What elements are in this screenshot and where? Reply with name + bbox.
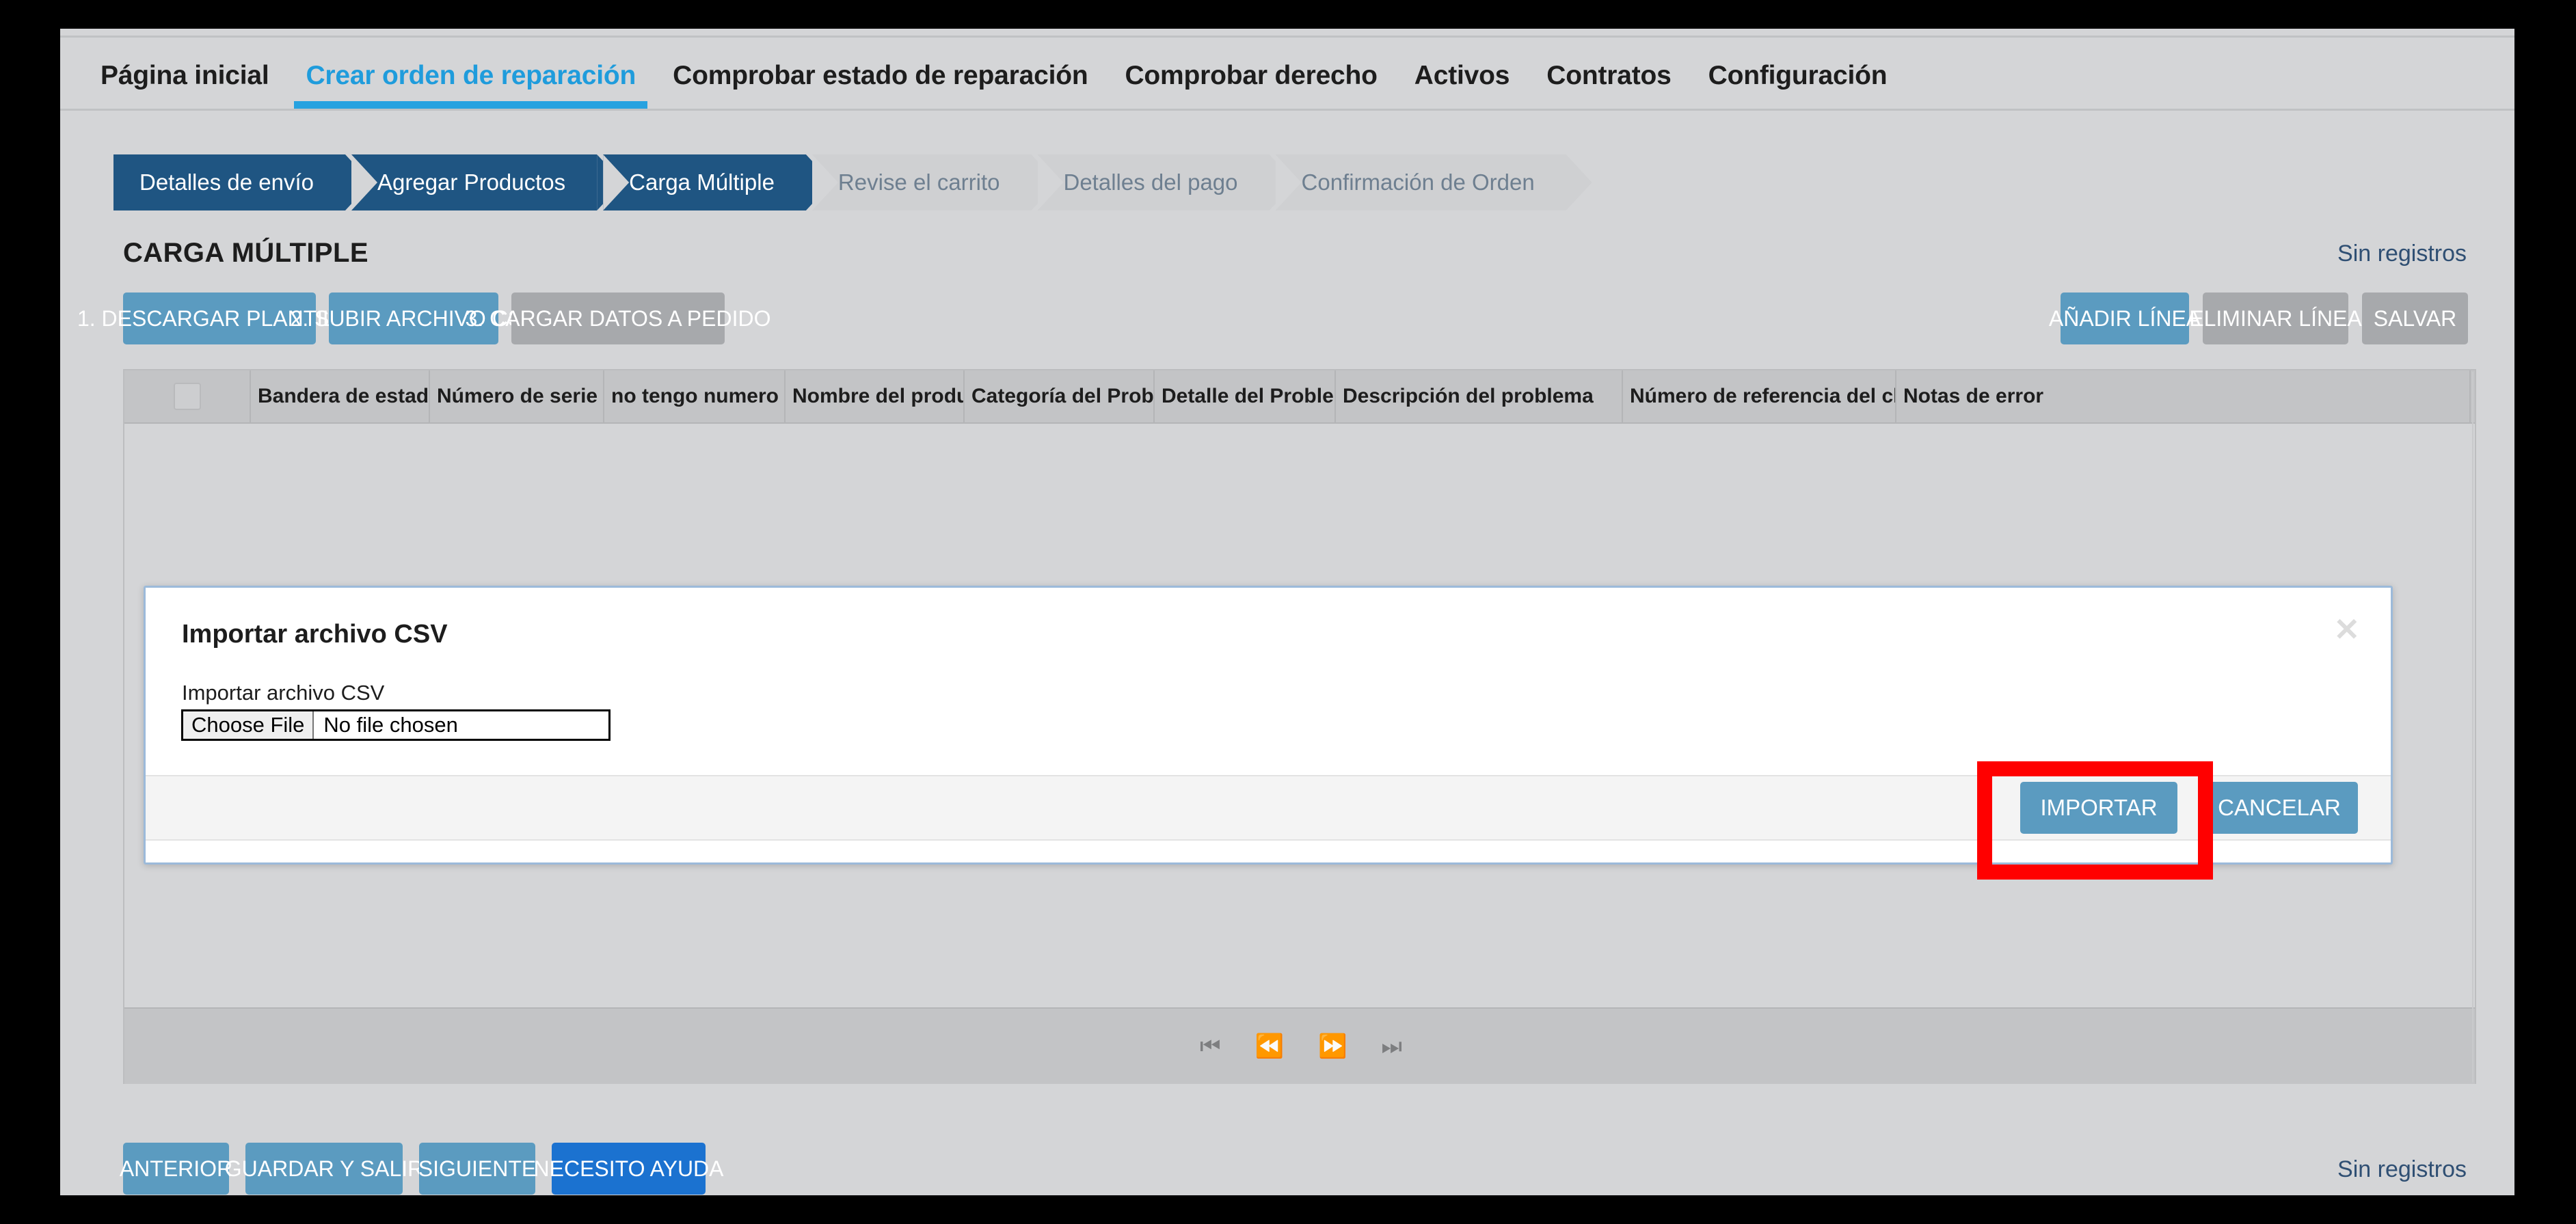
wizard-step-label: Agregar Productos [377,169,566,195]
grid-header-row: Bandera de estado Número de serie no tengo… [124,370,2475,424]
nav-tab-5[interactable]: Contratos [1528,61,1689,109]
wizard-navigation-buttons: ANTERIOR GUARDAR Y SALIR SIGUIENTE NECESITO… [120,1143,724,1195]
a-adir-l-nea-button[interactable]: AÑADIR LÍNEA [2049,293,2201,344]
column-header-label: Categoría del Problema [971,385,1154,407]
anterior-button[interactable]: ANTERIOR [120,1143,232,1195]
wizard-step-0[interactable]: Detalles de envío [113,154,345,210]
records-status-top: Sin registros [2337,241,2467,267]
column-header-label: Detalle del Problema [1162,385,1334,407]
eliminar-l-nea-button[interactable]: ELIMINAR LÍNEA [2189,293,2362,344]
close-icon[interactable]: ✕ [2333,614,2360,645]
column-header-1[interactable]: Bandera de estado [251,370,430,422]
wizard-step-3[interactable]: Revise el carrito [811,154,1032,210]
select-all-header-cell[interactable] [124,370,251,422]
column-header-3[interactable]: no tengo numero de serie [604,370,786,422]
wizard-step-5[interactable]: Confirmación de Orden [1275,154,1566,210]
column-header-label: Bandera de estado [258,385,430,407]
wizard-step-label: Revise el carrito [837,169,1000,195]
wizard-step-4[interactable]: Detalles del pago [1037,154,1270,210]
nav-tab-list: Página inicial Crear orden de reparación C… [60,38,2514,109]
nav-tab-2[interactable]: Comprobar estado de reparación [654,61,1106,109]
column-header-7[interactable]: Descripción del problema [1336,370,1623,422]
1-descargar-plantilla-button[interactable]: 1. DESCARGAR PLANTILLA [77,293,362,344]
column-header-4[interactable]: Nombre del producto [786,370,965,422]
next-page-icon[interactable]: ⏩ [1318,1035,1347,1058]
column-header-2[interactable]: Número de serie [430,370,604,422]
nav-tab-6[interactable]: Configuración [1690,61,1906,109]
column-header-label: Notas de error [1903,385,2044,407]
selected-file-name: No file chosen [323,713,458,737]
choose-file-button[interactable]: Choose File [183,711,314,739]
siguiente-button[interactable]: SIGUIENTE [418,1143,536,1195]
page-title: CARGA MÚLTIPLE [123,238,368,268]
wizard-step-label: Detalles del pago [1063,169,1238,195]
csv-file-input[interactable]: Choose File No file chosen [181,709,611,741]
import-button[interactable]: IMPORTAR [2020,782,2177,834]
nav-tab-0[interactable]: Página inicial [82,61,287,109]
nav-tab-3[interactable]: Comprobar derecho [1106,61,1395,109]
salvar-button[interactable]: SALVAR [2362,293,2468,344]
first-page-icon[interactable]: ⏮ [1200,1035,1221,1058]
records-status-bottom: Sin registros [2337,1156,2467,1182]
necesito-ayuda-button[interactable]: NECESITO AYUDA [534,1143,724,1195]
wizard-step-label: Carga Múltiple [629,169,775,195]
wizard-step-label: Confirmación de Orden [1301,169,1535,195]
column-header-label: Nombre del producto [792,385,963,407]
column-header-9[interactable]: Notas de error [1896,370,2471,422]
nav-tab-4[interactable]: Activos [1396,61,1528,109]
application-window: Página inicial Crear orden de reparación C… [60,29,2514,1195]
grid-vertical-scrollbar[interactable] [2472,372,2473,1083]
column-header-8[interactable]: Número de referencia del cliente [1623,370,1896,422]
grid-action-buttons: AÑADIR LÍNEA ELIMINAR LÍNEA SALVAR [2049,293,2468,344]
prev-page-icon[interactable]: ⏪ [1255,1035,1284,1058]
column-header-label: Número de referencia del cliente [1630,385,1895,407]
cancel-button[interactable]: CANCELAR [2201,782,2358,834]
nav-tab-1[interactable]: Crear orden de reparación [287,61,654,109]
column-header-5[interactable]: Categoría del Problema [965,370,1155,422]
wizard-step-1[interactable]: Agregar Productos [351,154,598,210]
main-navigation: Página inicial Crear orden de reparación C… [60,36,2514,111]
wizard-step-2[interactable]: Carga Múltiple [603,154,806,210]
column-header-label: Descripción del problema [1343,385,1594,407]
column-header-label: Número de serie [437,385,598,407]
dialog-footer: IMPORTAR CANCELAR [146,775,2391,841]
csv-action-buttons: 1. DESCARGAR PLANTILLA 2. SUBIR ARCHIVO C… [77,293,770,344]
last-page-icon[interactable]: ⏭ [1381,1035,1402,1058]
grid-pagination: ⏮ ⏪ ⏩ ⏭ [124,1007,2475,1084]
column-header-label: no tengo numero de serie [611,385,784,407]
file-field-label: Importar archivo CSV [182,681,385,705]
column-header-6[interactable]: Detalle del Problema [1155,370,1336,422]
guardar-y-salir-button[interactable]: GUARDAR Y SALIR [225,1143,423,1195]
wizard-step-label: Detalles de envío [139,169,314,195]
dialog-title: Importar archivo CSV [182,620,448,649]
select-all-checkbox[interactable] [173,383,201,410]
3-cargar-datos-a-pedido-button[interactable]: 3. CARGAR DATOS A PEDIDO [466,293,770,344]
wizard-steps: Detalles de envío Agregar Productos Carga … [113,154,1572,210]
import-csv-dialog: Importar archivo CSV ✕ Importar archivo … [144,586,2393,865]
